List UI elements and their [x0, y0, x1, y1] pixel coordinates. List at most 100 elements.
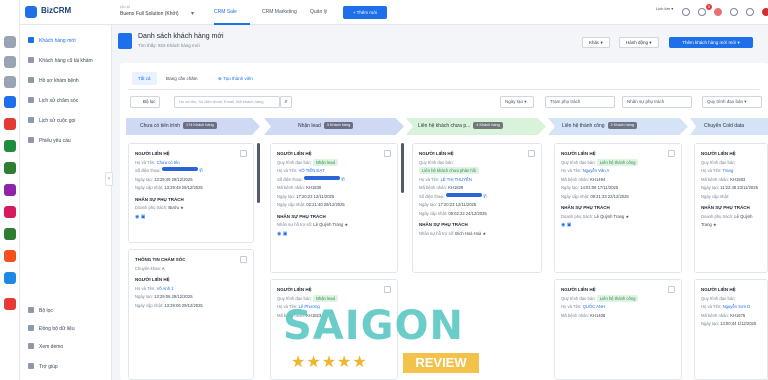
purple-app-icon[interactable] [4, 184, 16, 196]
top-header: BizCRM Ưu sĩ Bueno Full Solution (Khởi) … [20, 0, 768, 25]
card-checkbox[interactable] [668, 286, 675, 293]
settings-icon[interactable] [4, 56, 16, 68]
more-button[interactable]: Khác ▾ [582, 37, 610, 48]
clipboard-icon [28, 137, 34, 143]
file-icon [28, 77, 34, 83]
sidebar-item-medical-records[interactable]: Hồ sơ khám bệnh [28, 77, 79, 84]
stage-select[interactable]: Quy trình đạo bán ▾ [702, 96, 762, 108]
help-icon[interactable] [746, 8, 754, 16]
action-button[interactable]: Hành động ▾ [619, 37, 659, 48]
bell-icon[interactable] [698, 8, 706, 16]
customer-card[interactable]: NGƯỜI LIÊN HỆ Quy trình đạo bán: Liên hệ… [554, 279, 682, 380]
eye-icon[interactable]: ◉ ▣ [561, 221, 675, 230]
customer-card[interactable]: NGƯỜI LIÊN HỆ Họ và Tên: Chưa có tên Số … [128, 143, 254, 243]
tab-all[interactable]: Tất cả [132, 72, 157, 85]
search-input[interactable]: Họ và tên, Số điện thoại, Email, Mã khác… [174, 96, 280, 108]
pink-app-icon[interactable] [4, 206, 16, 218]
result-count: Tìm thấy: 923 Khách hàng mới [138, 43, 200, 48]
tree-app-icon[interactable] [4, 228, 16, 240]
leaf-app-icon[interactable] [4, 162, 16, 174]
grid-icon[interactable] [4, 76, 16, 88]
user-avatar[interactable] [762, 8, 768, 16]
sidebar-item-returning-customers[interactable]: Khách hàng cũ tái khám [28, 57, 93, 64]
stage-cold-data[interactable]: Chuyển Cold data [690, 118, 768, 135]
home-icon[interactable] [4, 36, 16, 48]
grid-menu-icon[interactable] [682, 8, 690, 16]
sidebar-item-call-history[interactable]: Lịch sử cuộc gọi [28, 117, 75, 124]
sidebar-item-sync[interactable]: Đồng bộ dữ liệu [28, 325, 75, 332]
alert-app-icon[interactable] [4, 298, 16, 310]
tab-crm-marketing[interactable]: CRM Marketing [262, 9, 297, 15]
crm-app: BizCRM Ưu sĩ Bueno Full Solution (Khởi) … [0, 0, 768, 380]
app-logo [25, 6, 37, 18]
stage-lead[interactable]: Nhận lead 3 Khách hàng [264, 118, 404, 135]
masked-phone [161, 167, 198, 171]
sidebar-item-help[interactable]: Trợ giúp [28, 363, 58, 370]
stage-contact-no-reply[interactable]: Liên hệ khách chưa p... 4 Khách hàng [406, 118, 546, 135]
column-scrollbar[interactable] [401, 143, 404, 193]
customer-card[interactable]: NGƯỜI LIÊN HỆ Quy trình đạo bán: Họ và T… [694, 143, 768, 273]
customer-card[interactable]: NGƯỜI LIÊN HỆ Quy trình đạo bán: Nhận le… [270, 143, 398, 273]
card-checkbox[interactable] [240, 150, 247, 157]
staff-select[interactable]: Nhân sự phụ trách [622, 96, 692, 108]
app-name: BizCRM [41, 6, 72, 15]
workspace-label: Ưu sĩ [120, 4, 130, 9]
stage-no-progress[interactable]: Chưa có tiến trình 174 Khách hàng [126, 118, 260, 135]
red-app-icon[interactable] [4, 118, 16, 130]
sidebar-item-requests[interactable]: Phiếu yêu cầu [28, 137, 71, 144]
green-app-icon[interactable] [4, 140, 16, 152]
stage-contact-success[interactable]: Liên hệ thành công 3 Khách hàng [548, 118, 688, 135]
page-title: Danh sách khách hàng mới [138, 33, 224, 40]
play-icon [28, 343, 34, 349]
crm-app-icon[interactable] [4, 96, 16, 108]
search-icon[interactable]: ⌕ [280, 96, 292, 108]
card-checkbox[interactable] [668, 150, 675, 157]
calendar-dropdown[interactable]: Lịch lớn ▾ [656, 6, 673, 11]
card-checkbox[interactable] [528, 150, 535, 157]
tab-need-care[interactable]: Đang cần chăm [160, 72, 204, 85]
orange-app-icon[interactable] [4, 250, 16, 262]
phone-icon[interactable]: ✆ [341, 177, 345, 183]
phone-icon[interactable]: ✆ [483, 194, 487, 200]
tabs-divider [128, 89, 760, 90]
eye-icon[interactable]: ◉ ▣ [135, 213, 247, 222]
source-select[interactable]: Trạm phụ trách [545, 96, 615, 108]
workspace-selector[interactable]: Bueno Full Solution (Khởi) [120, 11, 179, 17]
chevron-down-icon[interactable]: ▾ [191, 10, 194, 17]
sidebar-item-new-customers[interactable]: Khách hàng mới [28, 37, 76, 44]
document-icon [118, 33, 132, 49]
phone-icon[interactable]: ✆ [199, 168, 203, 174]
sidebar-item-demo[interactable]: Xem demo [28, 343, 63, 350]
sidebar-item-filter[interactable]: Bộ lọc [28, 307, 53, 314]
add-new-button[interactable]: + Thêm mới [343, 6, 387, 19]
tab-crm-sale[interactable]: CRM Sale [214, 9, 237, 15]
tab-create-member[interactable]: ⊕ Tạo thành viên [212, 72, 259, 85]
history-icon [28, 97, 34, 103]
masked-phone [303, 175, 340, 180]
add-customer-button[interactable]: Thêm khách hàng mới mới ▾ [669, 37, 753, 48]
customer-card[interactable]: THÔNG TIN CHĂM SÓC Chuyên khoa: A NGƯỜI … [128, 249, 254, 380]
column-scrollbar[interactable] [257, 143, 260, 203]
user-icon [28, 37, 34, 43]
question-icon [28, 363, 34, 369]
customer-card[interactable]: NGƯỜI LIÊN HỆ Quy trình đạo bán: Họ và T… [694, 279, 768, 380]
blue-app-icon[interactable] [4, 272, 16, 284]
tab-management[interactable]: Quản lý [310, 9, 327, 15]
phone-icon [28, 117, 34, 123]
card-checkbox[interactable] [240, 256, 247, 263]
sidebar: Khách hàng mới Khách hàng cũ tái khám Hồ… [20, 25, 112, 380]
sidebar-item-care-history[interactable]: Lịch sử chăm sóc [28, 97, 78, 104]
card-checkbox[interactable] [384, 286, 391, 293]
settings-icon[interactable] [730, 8, 738, 16]
record-icon[interactable] [714, 8, 722, 16]
customer-card[interactable]: NGƯỜI LIÊN HỆ Quy trình đạo bán: Liên hệ… [554, 143, 682, 273]
filter-button[interactable]: Bộ lọc [130, 96, 160, 108]
sort-select[interactable]: Ngày tạo ▾ [500, 96, 534, 108]
card-checkbox[interactable] [384, 150, 391, 157]
rating-stars: ★★★★★ [291, 354, 368, 371]
eye-icon[interactable]: ◉ ▣ [277, 230, 391, 239]
icon-rail [0, 0, 20, 380]
masked-phone [445, 192, 482, 197]
customer-card[interactable]: NGƯỜI LIÊN HỆ Quy trình đạo bán: Liên hệ… [412, 143, 542, 273]
notification-badge: 5 [706, 4, 712, 10]
